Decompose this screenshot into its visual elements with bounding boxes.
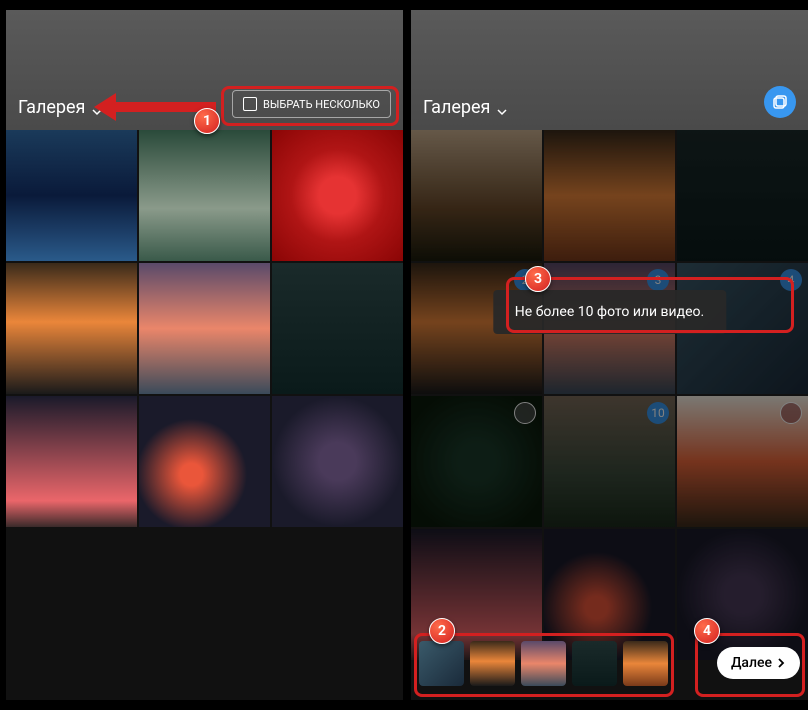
annotation-step-1: 1 <box>194 108 220 134</box>
photo-tile[interactable] <box>272 263 403 394</box>
photo-tile[interactable]: 10 <box>544 396 675 527</box>
selection-badge: 3 <box>647 269 669 291</box>
dropdown-label: Галерея <box>18 97 85 118</box>
dropdown-label: Галерея <box>423 97 490 118</box>
select-multiple-button[interactable]: ВЫБРАТЬ НЕСКОЛЬКО <box>232 90 391 118</box>
next-label: Далее <box>731 655 772 671</box>
tray-thumbnail[interactable] <box>419 641 464 686</box>
multi-select-active-button[interactable] <box>764 86 796 118</box>
screen-right: Галерея 2 3 4 10 <box>411 10 808 700</box>
tray-thumbnail[interactable] <box>572 641 617 686</box>
photo-tile[interactable] <box>677 130 808 261</box>
next-button[interactable]: Далее <box>717 647 800 679</box>
select-multiple-label: ВЫБРАТЬ НЕСКОЛЬКО <box>263 98 380 111</box>
gallery-dropdown[interactable]: Галерея <box>423 97 508 118</box>
annotation-step-2: 2 <box>429 618 455 644</box>
photo-tile[interactable] <box>6 130 137 261</box>
selection-badge-empty <box>514 402 536 424</box>
photo-grid: 2 3 4 10 <box>411 130 808 660</box>
photo-tile[interactable] <box>411 130 542 261</box>
selection-tray: Далее <box>419 634 800 692</box>
annotation-step-3: 3 <box>525 266 551 292</box>
photo-tile[interactable] <box>139 263 270 394</box>
photo-tile[interactable] <box>544 130 675 261</box>
selection-badge: 4 <box>780 269 802 291</box>
selection-badge-disabled <box>780 402 802 424</box>
photo-tile[interactable] <box>272 396 403 527</box>
photo-tile[interactable] <box>139 130 270 261</box>
photo-tile[interactable] <box>6 263 137 394</box>
photo-tile[interactable] <box>139 396 270 527</box>
photo-tile[interactable] <box>411 396 542 527</box>
header: Галерея <box>411 10 808 130</box>
photo-tile[interactable] <box>6 396 137 527</box>
photo-grid <box>6 130 403 527</box>
checkbox-icon <box>243 97 257 111</box>
toast-message: Не более 10 фото или видео. <box>493 290 726 334</box>
chevron-right-icon <box>776 658 786 668</box>
annotation-step-4: 4 <box>694 618 720 644</box>
selection-badge: 10 <box>647 402 669 424</box>
tray-thumbnail[interactable] <box>623 641 668 686</box>
chevron-down-icon <box>496 102 508 114</box>
gallery-dropdown[interactable]: Галерея <box>18 97 103 118</box>
tray-thumbnail[interactable] <box>470 641 515 686</box>
stack-icon <box>772 94 788 110</box>
screen-left: Галерея ВЫБРАТЬ НЕСКОЛЬКО 1 <box>6 10 403 700</box>
photo-tile[interactable] <box>272 130 403 261</box>
photo-tile[interactable] <box>677 396 808 527</box>
tray-thumbnail[interactable] <box>521 641 566 686</box>
